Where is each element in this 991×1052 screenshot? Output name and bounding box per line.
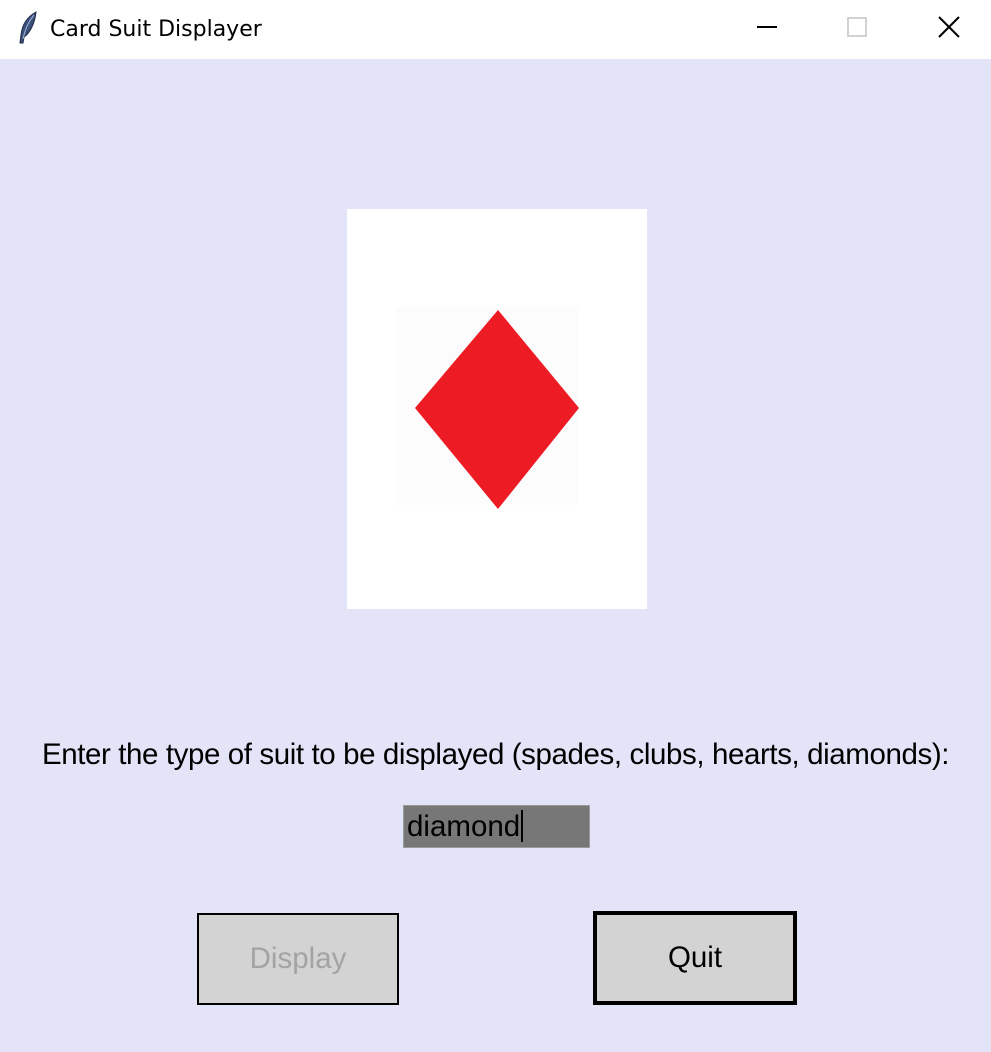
suit-prompt-label: Enter the type of suit to be displayed (… [41, 738, 950, 771]
suit-input[interactable]: diamond [403, 805, 590, 848]
display-button-label: Display [249, 942, 347, 975]
maximize-icon [846, 16, 868, 43]
close-icon [937, 15, 961, 44]
text-cursor [521, 810, 524, 842]
minimize-icon [756, 16, 778, 43]
minimize-button[interactable] [722, 0, 812, 59]
display-button[interactable]: Display [197, 913, 399, 1005]
suit-card-image [347, 209, 647, 609]
title-bar: Card Suit Displayer [0, 0, 991, 59]
feather-icon [17, 11, 39, 45]
close-button[interactable] [904, 0, 991, 59]
maximize-button[interactable] [812, 0, 902, 59]
quit-button[interactable]: Quit [593, 911, 797, 1005]
quit-button-label: Quit [667, 941, 723, 974]
suit-input-value: diamond [407, 810, 521, 843]
window-title: Card Suit Displayer [50, 17, 262, 42]
